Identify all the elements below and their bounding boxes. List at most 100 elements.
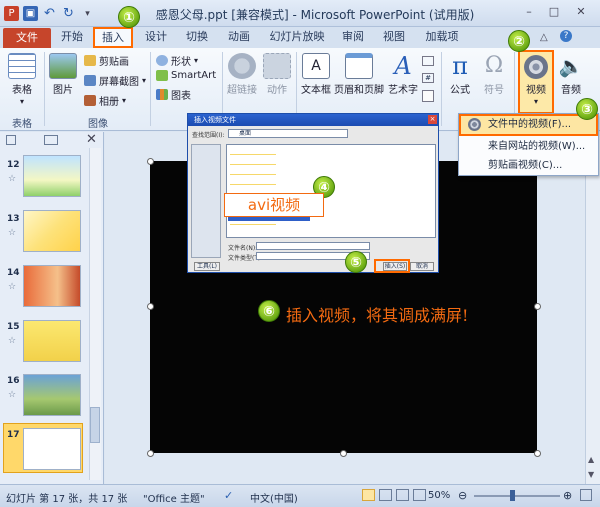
slide-thumbnail-17[interactable] — [23, 428, 81, 470]
slide-thumbnail-13[interactable] — [23, 210, 81, 252]
thumbnail-scroll-thumb[interactable] — [90, 407, 100, 443]
scroll-down-icon[interactable]: ▼ — [588, 470, 594, 479]
menu-item-video-from-file[interactable]: 文件中的视频(F)... — [460, 115, 597, 134]
tab-home[interactable]: 开始 — [53, 27, 91, 48]
undo-icon[interactable]: ↶ — [42, 6, 57, 21]
zoom-in-icon[interactable]: ⊕ — [563, 489, 572, 502]
shape-button[interactable]: 形状 ▾ — [156, 53, 198, 68]
step-badge-3: ③ — [576, 98, 598, 120]
ribbon-minimize-icon[interactable]: △ — [540, 32, 548, 43]
powerpoint-app-icon[interactable]: P — [4, 6, 19, 21]
video-label: 视频 — [526, 85, 546, 96]
chart-button[interactable]: 图表 — [156, 87, 191, 102]
audio-button[interactable]: 🔈 音频 — [556, 53, 586, 96]
formula-button[interactable]: π 公式 — [445, 53, 475, 96]
action-button[interactable]: 动作 — [263, 53, 291, 96]
tab-addins[interactable]: 加载项 — [418, 27, 466, 48]
group-image-label: 图像 — [88, 119, 108, 130]
zoom-out-icon[interactable]: ⊖ — [458, 489, 467, 502]
tab-animations[interactable]: 动画 — [219, 27, 259, 48]
tab-transitions[interactable]: 切换 — [178, 27, 216, 48]
animation-star-icon: ☆ — [8, 336, 17, 346]
table-icon — [8, 53, 36, 79]
redo-icon[interactable]: ↻ — [61, 6, 76, 21]
maximize-button[interactable]: □ — [545, 5, 563, 21]
resize-handle[interactable] — [147, 303, 154, 310]
picture-button[interactable]: 图片 — [48, 53, 78, 96]
filename-input[interactable] — [256, 242, 370, 250]
slide-thumbnail-16[interactable] — [23, 374, 81, 416]
spellcheck-icon[interactable]: ✓ — [224, 489, 233, 502]
textbox-button[interactable]: A 文本框 — [299, 53, 333, 96]
minimize-button[interactable]: – — [520, 5, 538, 21]
hyperlink-icon — [228, 53, 256, 79]
resize-handle[interactable] — [340, 450, 347, 457]
date-time-icon[interactable] — [422, 56, 434, 66]
insert-button-highlight — [374, 259, 410, 273]
outline-tab-icon[interactable] — [44, 135, 58, 145]
zoom-slider-thumb[interactable] — [510, 490, 515, 501]
fit-to-window-icon[interactable] — [580, 489, 592, 501]
screenshot-button[interactable]: 屏幕截图 ▾ — [84, 73, 146, 88]
dialog-close-icon[interactable]: × — [428, 115, 437, 124]
slides-tab-icon[interactable] — [6, 135, 16, 145]
slide-thumbnail-14[interactable] — [23, 265, 81, 307]
wordart-label: 艺术字 — [388, 85, 418, 96]
audio-label: 音频 — [561, 85, 581, 96]
smartart-button[interactable]: SmartArt — [156, 70, 216, 81]
resize-handle[interactable] — [147, 450, 154, 457]
clipart-button[interactable]: 剪贴画 — [84, 53, 129, 68]
dialog-cancel-button[interactable]: 取消 — [410, 262, 434, 271]
animation-star-icon: ☆ — [8, 282, 17, 292]
slide-number: 17 — [7, 430, 20, 440]
slideshow-view-icon[interactable] — [413, 489, 426, 501]
table-label: 表格 — [12, 85, 32, 96]
tab-file[interactable]: 文件 — [3, 28, 51, 48]
slide-thumbnail-15[interactable] — [23, 320, 81, 362]
hyperlink-label: 超链接 — [227, 85, 257, 96]
animation-star-icon: ☆ — [8, 390, 17, 400]
lookin-select[interactable]: 桌面 — [228, 129, 348, 138]
symbol-button[interactable]: Ω 符号 — [479, 53, 509, 96]
close-button[interactable]: ✕ — [572, 5, 590, 21]
slide-number-icon[interactable]: # — [422, 73, 434, 83]
header-footer-button[interactable]: 页眉和页脚 — [334, 53, 384, 96]
object-icon[interactable] — [422, 90, 434, 102]
places-bar[interactable] — [191, 144, 221, 258]
canvas-vertical-scrollbar[interactable] — [585, 132, 600, 484]
chart-label: 图表 — [171, 91, 191, 102]
reading-view-icon[interactable] — [396, 489, 409, 501]
help-icon[interactable]: ? — [560, 30, 572, 42]
table-button[interactable]: 表格 ▾ — [6, 53, 38, 107]
zoom-slider[interactable] — [474, 495, 560, 497]
zoom-level[interactable]: 50% — [428, 490, 450, 501]
resize-handle[interactable] — [534, 303, 541, 310]
album-button[interactable]: 相册 ▾ — [84, 93, 126, 108]
tab-view[interactable]: 视图 — [376, 27, 412, 48]
animation-star-icon: ☆ — [8, 174, 17, 184]
scroll-up-icon[interactable]: ▲ — [588, 455, 594, 464]
tab-review[interactable]: 审阅 — [335, 27, 371, 48]
tab-slideshow[interactable]: 幻灯片放映 — [262, 27, 332, 48]
customize-qat-icon[interactable]: ▾ — [80, 6, 95, 21]
resize-handle[interactable] — [534, 450, 541, 457]
menu-item-clipart-video[interactable]: 剪贴画视频(C)... — [460, 156, 597, 175]
slide-sorter-icon[interactable] — [379, 489, 392, 501]
wordart-button[interactable]: A 艺术字 — [386, 53, 420, 96]
album-icon — [84, 95, 96, 106]
chart-icon — [156, 89, 168, 100]
save-icon[interactable]: ▣ — [23, 6, 38, 21]
action-icon — [263, 53, 291, 79]
insert-tab-highlight — [93, 27, 133, 48]
close-pane-icon[interactable]: ✕ — [86, 132, 97, 147]
slide-thumbnail-12[interactable] — [23, 155, 81, 197]
resize-handle[interactable] — [147, 158, 154, 165]
video-button[interactable]: 视频 ▾ — [518, 50, 554, 114]
normal-view-icon[interactable] — [362, 489, 375, 501]
menu-item-video-from-website[interactable]: 来自网站的视频(W)... — [460, 137, 597, 156]
tab-design[interactable]: 设计 — [137, 27, 175, 48]
screenshot-icon — [84, 75, 96, 86]
shape-dropdown-icon: ▾ — [194, 56, 199, 65]
tools-button[interactable]: 工具(L) — [194, 262, 220, 271]
hyperlink-button[interactable]: 超链接 — [225, 53, 259, 96]
